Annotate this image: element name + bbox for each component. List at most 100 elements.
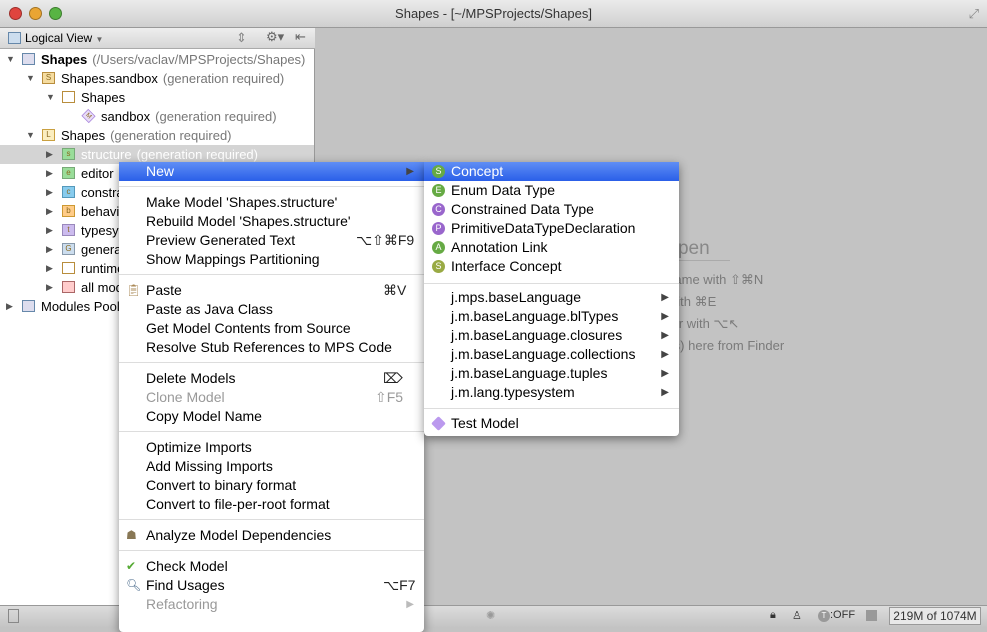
collapsed-arrow-icon[interactable]: ▶ <box>46 221 53 240</box>
menu-separator <box>119 274 424 275</box>
submenu-arrow-icon: ▶ <box>661 292 669 303</box>
submenu-item-concept[interactable]: S Concept <box>424 162 679 181</box>
menu-item[interactable]: 🔍︎ Find Usages ⌥F7 <box>119 576 424 595</box>
node-icon: M <box>81 108 96 124</box>
menu-item[interactable]: Delete Models ⌦ <box>119 369 424 388</box>
menu-item[interactable]: Clone Model ⇧F5 <box>119 388 424 407</box>
fullscreen-icon[interactable]: ⤢ <box>969 0 979 28</box>
zoom-window-button[interactable] <box>49 7 62 20</box>
tree-item-label: Shapes <box>61 128 106 143</box>
close-window-button[interactable] <box>9 7 22 20</box>
node-icon: s <box>62 148 75 160</box>
minimize-window-button[interactable] <box>29 7 42 20</box>
menu-item[interactable]: Paste as Java Class <box>119 300 424 319</box>
submenu-item-language[interactable]: j.mps.baseLanguage ▶ <box>424 288 679 307</box>
submenu-item-language[interactable]: j.m.baseLanguage.closures ▶ <box>424 326 679 345</box>
submenu-item-language[interactable]: j.m.baseLanguage.blTypes ▶ <box>424 307 679 326</box>
menu-item[interactable]: Optimize Imports <box>119 438 424 457</box>
hide-panel-icon[interactable]: ⇤ <box>295 29 306 45</box>
menu-item-label: Optimize Imports <box>146 439 252 455</box>
tree-item[interactable]: ▼ Shapes <box>0 88 314 107</box>
menu-item[interactable]: Show Mappings Partitioning <box>119 250 424 269</box>
menu-item-label: New <box>146 163 175 179</box>
toggle-panels-icon[interactable] <box>8 609 19 623</box>
paste-icon: 📋︎ <box>126 283 142 297</box>
menu-item[interactable]: Convert to file-per-root format <box>119 495 424 514</box>
tree-item-label: Shapes.sandbox <box>61 71 158 86</box>
gear-icon[interactable]: ⚙▾ <box>266 29 284 45</box>
menu-item-label: Annotation Link <box>451 239 548 255</box>
submenu-item-concept[interactable]: C Constrained Data Type <box>424 200 679 219</box>
menu-item[interactable]: Make Model 'Shapes.structure' <box>119 193 424 212</box>
menu-item-shortcut: ⌥⇧⌘F9 <box>356 232 415 248</box>
collapsed-arrow-icon[interactable]: ▶ <box>46 240 53 259</box>
expanded-arrow-icon[interactable]: ▼ <box>46 88 55 107</box>
menu-item[interactable]: ✔ Check Model <box>119 557 424 576</box>
tree-item[interactable]: ▼ L Shapes (generation required) <box>0 126 314 145</box>
expanded-arrow-icon[interactable]: ▼ <box>26 69 35 88</box>
submenu-item-concept[interactable]: S Interface Concept <box>424 257 679 276</box>
tree-item[interactable]: ▼ Shapes (/Users/vaclav/MPSProjects/Shapes… <box>0 50 314 69</box>
view-selector[interactable]: Logical View ▼ <box>8 30 103 47</box>
submenu-item-test-model[interactable]: Test Model <box>424 414 679 433</box>
memory-indicator[interactable]: 219M of 1074M <box>889 607 981 625</box>
collapsed-arrow-icon[interactable]: ▶ <box>46 164 53 183</box>
collapsed-arrow-icon[interactable]: ▶ <box>46 145 53 164</box>
collapse-all-icon[interactable]: ⇕ <box>236 30 247 46</box>
expanded-arrow-icon[interactable]: ▼ <box>6 50 15 69</box>
node-icon: G <box>62 243 75 255</box>
menu-item[interactable]: Copy Model Name <box>119 407 424 426</box>
menu-item[interactable]: Get Model Contents from Source <box>119 319 424 338</box>
submenu-item-concept[interactable]: E Enum Data Type <box>424 181 679 200</box>
submenu-item-language[interactable]: j.m.baseLanguage.tuples ▶ <box>424 364 679 383</box>
menu-item[interactable]: Add Missing Imports <box>119 457 424 476</box>
test-model-icon <box>431 416 446 431</box>
menu-item[interactable]: Convert to binary format <box>119 476 424 495</box>
node-icon: t <box>62 224 75 236</box>
menu-item-label: PrimitiveDataTypeDeclaration <box>451 220 636 236</box>
menu-item-label: Resolve Stub References to MPS Code <box>146 339 392 355</box>
menu-separator <box>119 550 424 551</box>
menu-item-label: Paste <box>146 282 182 298</box>
typing-toggle[interactable]: T:OFF <box>818 609 855 622</box>
submenu-item-language[interactable]: j.m.baseLanguage.collections ▶ <box>424 345 679 364</box>
menu-item-label: j.m.lang.typesystem <box>451 384 575 400</box>
tree-item[interactable]: Msandbox (generation required) <box>0 107 314 126</box>
menu-item[interactable]: Resolve Stub References to MPS Code <box>119 338 424 357</box>
menu-item-new[interactable]: New ▶ <box>119 162 424 181</box>
submenu-arrow-icon: ▶ <box>661 330 669 341</box>
menu-item-label: Paste as Java Class <box>146 301 273 317</box>
inspector-icon[interactable]: ♙ <box>792 609 802 622</box>
collapsed-arrow-icon[interactable]: ▶ <box>46 202 53 221</box>
menu-item-label: Constrained Data Type <box>451 201 594 217</box>
tree-item-label: runtime <box>81 261 125 276</box>
menu-item-shortcut: ⌘V <box>383 282 407 298</box>
tree-item-note: (/Users/vaclav/MPSProjects/Shapes) <box>92 52 306 67</box>
collapsed-arrow-icon[interactable]: ▶ <box>6 297 13 316</box>
submenu-item-language[interactable]: j.m.lang.typesystem ▶ <box>424 383 679 402</box>
tree-item-text: runtime <box>81 259 124 278</box>
expanded-arrow-icon[interactable]: ▼ <box>26 126 35 145</box>
tree-item[interactable]: ▼ S Shapes.sandbox (generation required) <box>0 69 314 88</box>
menu-item[interactable]: Rebuild Model 'Shapes.structure' <box>119 212 424 231</box>
menu-separator <box>119 186 424 187</box>
lock-icon[interactable]: 🔒︎ <box>770 609 776 622</box>
notifications-icon[interactable] <box>866 610 877 621</box>
menu-item[interactable]: 📋︎ Paste ⌘V <box>119 281 424 300</box>
menu-item[interactable]: Refactoring ▶ <box>119 595 424 614</box>
menu-item[interactable]: ☗ Analyze Model Dependencies <box>119 526 424 545</box>
progress-icon: ✺ <box>486 610 496 622</box>
collapsed-arrow-icon[interactable]: ▶ <box>46 183 53 202</box>
submenu-item-concept[interactable]: A Annotation Link <box>424 238 679 257</box>
submenu-item-concept[interactable]: P PrimitiveDataTypeDeclaration <box>424 219 679 238</box>
node-icon <box>62 281 75 293</box>
menu-item-label: Clone Model <box>146 389 225 405</box>
node-icon <box>22 53 35 65</box>
node-icon: c <box>62 186 75 198</box>
menu-item[interactable]: Preview Generated Text ⌥⇧⌘F9 <box>119 231 424 250</box>
menu-item-label: Convert to file-per-root format <box>146 496 330 512</box>
menu-item-label: j.m.baseLanguage.closures <box>451 327 623 343</box>
menu-item-label: Test Model <box>451 415 519 431</box>
collapsed-arrow-icon[interactable]: ▶ <box>46 259 53 278</box>
collapsed-arrow-icon[interactable]: ▶ <box>46 278 53 297</box>
